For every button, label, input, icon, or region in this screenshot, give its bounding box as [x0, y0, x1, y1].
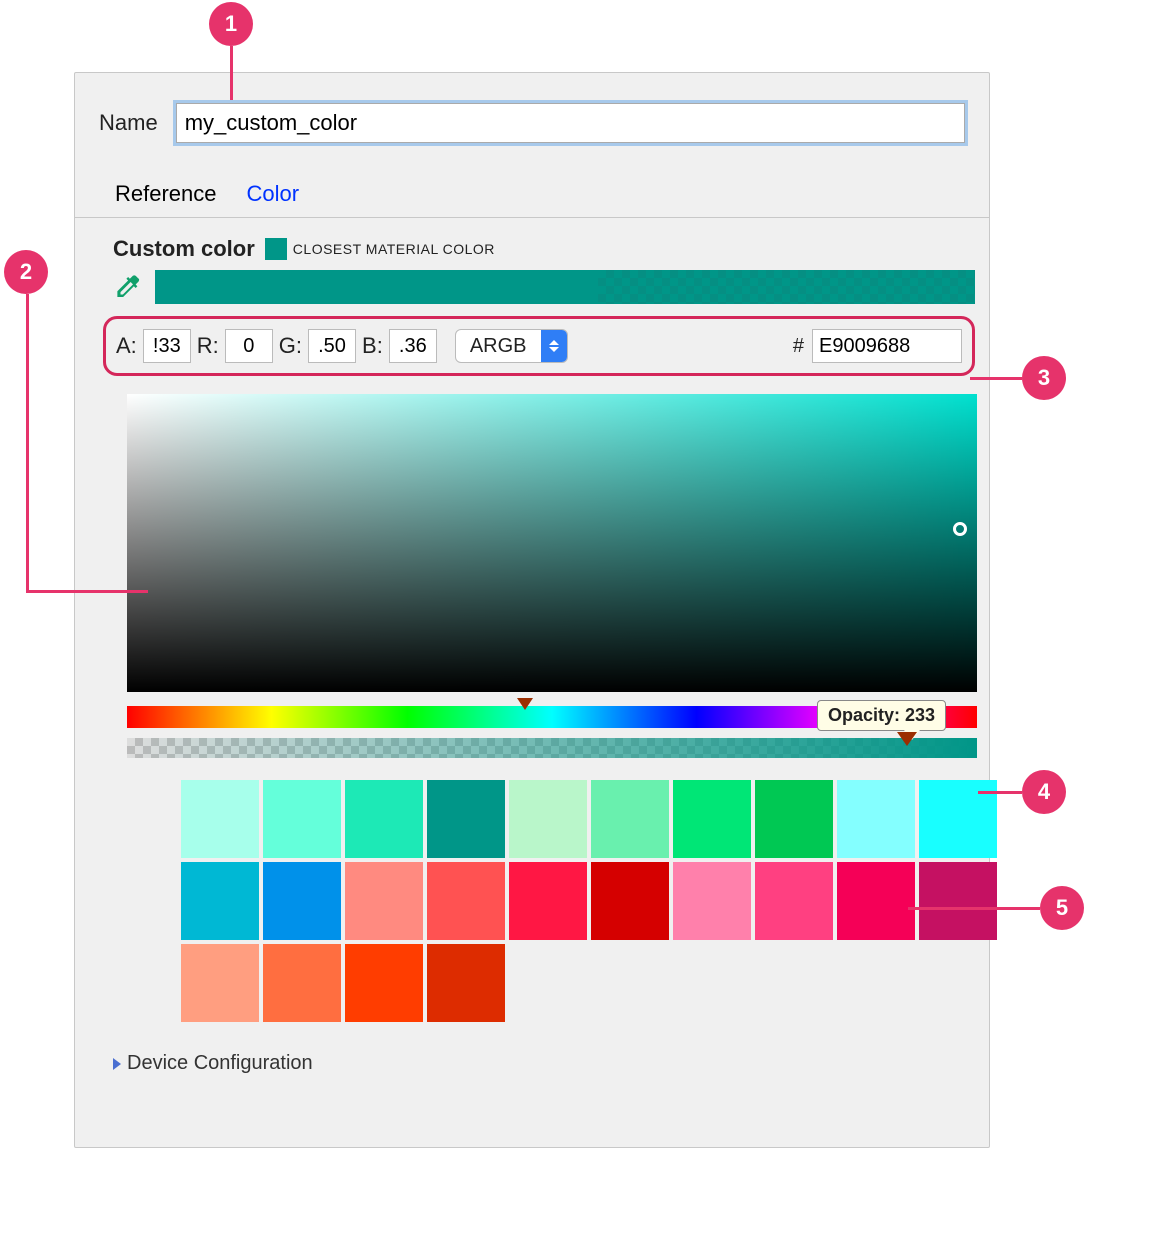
palette-swatch[interactable] — [919, 862, 997, 940]
annotation-3: 3 — [1022, 356, 1066, 400]
name-label: Name — [99, 110, 158, 136]
hex-wrap: # — [793, 329, 962, 363]
palette-swatch[interactable] — [755, 862, 833, 940]
alpha-label: A: — [116, 333, 137, 359]
annotation-5: 5 — [1040, 886, 1084, 930]
hex-prefix: # — [793, 335, 804, 358]
palette-swatch[interactable] — [509, 862, 587, 940]
annotation-line — [26, 590, 148, 593]
annotation-line — [230, 46, 233, 100]
material-palette — [181, 780, 975, 1022]
red-label: R: — [197, 333, 219, 359]
opacity-tooltip: Opacity: 233 — [817, 700, 946, 731]
annotation-4: 4 — [1022, 770, 1066, 814]
palette-swatch[interactable] — [263, 780, 341, 858]
green-label: G: — [279, 333, 302, 359]
red-input[interactable] — [225, 329, 273, 363]
annotation-2: 2 — [4, 250, 48, 294]
current-color-swatch[interactable] — [155, 270, 975, 304]
palette-swatch[interactable] — [755, 780, 833, 858]
annotation-line — [26, 294, 29, 590]
palette-swatch[interactable] — [263, 862, 341, 940]
tab-reference[interactable]: Reference — [115, 181, 217, 207]
tabs: Reference Color — [115, 181, 975, 207]
annotation-1: 1 — [209, 2, 253, 46]
palette-swatch[interactable] — [181, 944, 259, 1022]
palette-swatch[interactable] — [591, 780, 669, 858]
current-color-row — [113, 270, 975, 304]
palette-swatch[interactable] — [837, 780, 915, 858]
name-row: Name — [99, 103, 965, 143]
palette-swatch[interactable] — [673, 780, 751, 858]
palette-swatch[interactable] — [345, 862, 423, 940]
tab-color[interactable]: Color — [247, 181, 300, 207]
palette-swatch[interactable] — [673, 862, 751, 940]
palette-swatch[interactable] — [181, 862, 259, 940]
green-input[interactable] — [308, 329, 356, 363]
palette-swatch[interactable] — [345, 780, 423, 858]
hue-slider-handle[interactable] — [517, 698, 533, 710]
custom-color-header: Custom color CLOSEST MATERIAL COLOR — [113, 236, 975, 262]
annotation-line — [970, 377, 1022, 380]
closest-material-label: CLOSEST MATERIAL COLOR — [293, 241, 495, 257]
alpha-input[interactable] — [143, 329, 191, 363]
eyedropper-icon[interactable] — [113, 272, 143, 302]
device-config-label: Device Configuration — [127, 1052, 313, 1075]
palette-swatch[interactable] — [181, 780, 259, 858]
palette-swatch[interactable] — [837, 862, 915, 940]
palette-swatch[interactable] — [427, 944, 505, 1022]
saturation-value-field[interactable] — [127, 394, 977, 692]
palette-swatch[interactable] — [427, 780, 505, 858]
blue-label: B: — [362, 333, 383, 359]
palette-swatch[interactable] — [591, 862, 669, 940]
hex-input[interactable] — [812, 329, 962, 363]
argb-row: A: R: G: B: ARGB # — [103, 316, 975, 376]
annotation-line — [908, 907, 1040, 910]
opacity-slider[interactable]: Opacity: 233 — [127, 738, 977, 758]
palette-swatch[interactable] — [263, 944, 341, 1022]
section-title: Custom color — [113, 236, 255, 262]
stepper-icon — [541, 329, 567, 363]
chevron-right-icon — [113, 1058, 121, 1070]
annotation-line — [978, 791, 1022, 794]
sv-handle[interactable] — [953, 522, 967, 536]
closest-material-swatch[interactable] — [265, 238, 287, 260]
palette-swatch[interactable] — [509, 780, 587, 858]
color-picker-panel: Name Reference Color Custom color CLOSES… — [74, 72, 990, 1148]
divider — [75, 217, 989, 218]
color-mode-select[interactable]: ARGB — [455, 329, 568, 363]
name-input[interactable] — [176, 103, 965, 143]
device-configuration-expander[interactable]: Device Configuration — [113, 1052, 975, 1075]
palette-swatch[interactable] — [345, 944, 423, 1022]
color-mode-value: ARGB — [456, 335, 541, 358]
opacity-slider-handle[interactable] — [897, 732, 917, 746]
blue-input[interactable] — [389, 329, 437, 363]
palette-swatch[interactable] — [427, 862, 505, 940]
